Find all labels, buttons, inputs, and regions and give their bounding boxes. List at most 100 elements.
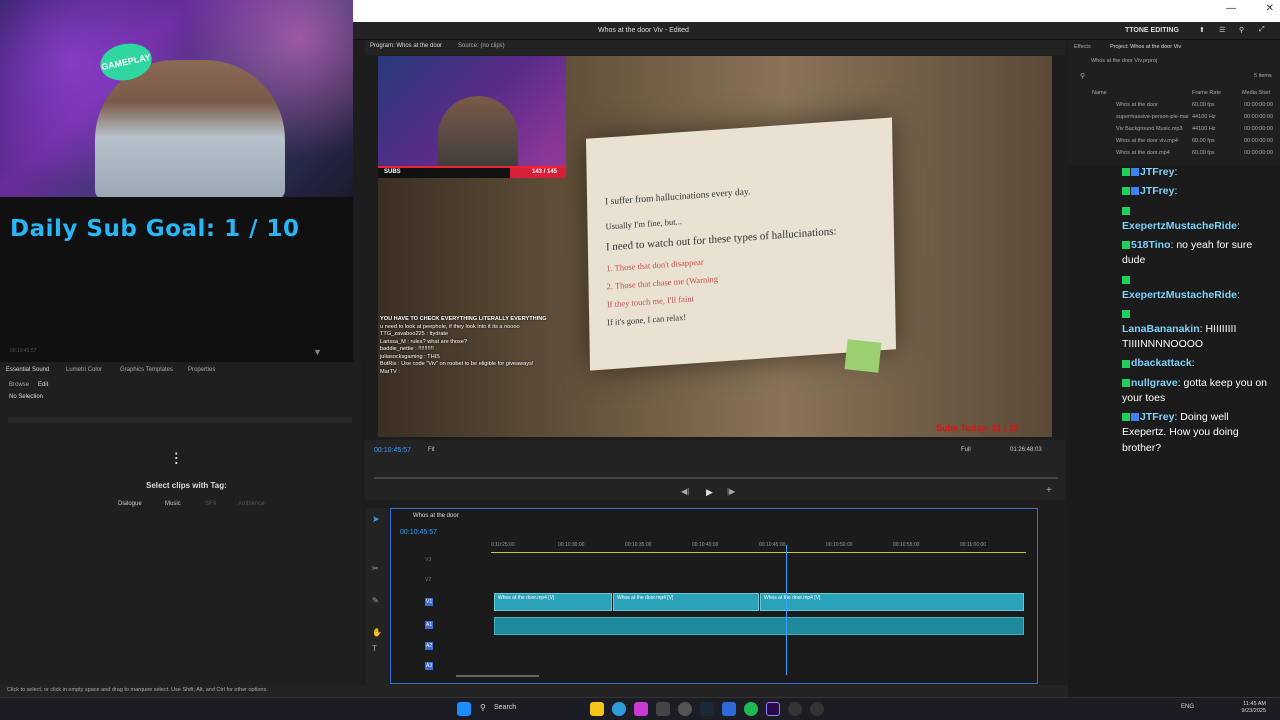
project-panel: Effects Project: Whos at the door Viv Wh… — [1068, 40, 1280, 165]
close-icon[interactable]: ✕ — [1266, 3, 1274, 14]
video-clip[interactable]: Whos at the door.mp4 [V] — [613, 593, 759, 611]
ruler-tick: 00:10:30:00 — [558, 542, 585, 548]
column-frame-rate[interactable]: Frame Rate — [1192, 90, 1221, 96]
menu-icon[interactable]: ☰ — [1219, 26, 1225, 34]
search-icon[interactable]: ⚲ — [1080, 72, 1085, 80]
timeline-ruler[interactable]: 0:10:25:00 00:10:30:00 00:10:35:00 00:10… — [491, 539, 1031, 553]
chat-message: JTFrey: — [1122, 165, 1272, 180]
steam-icon[interactable] — [700, 702, 714, 716]
chat-user[interactable]: ExepertzMustacheRide — [1122, 289, 1237, 301]
minimize-icon[interactable]: — — [1226, 3, 1236, 14]
tab-project[interactable]: Project: Whos at the door Viv — [1110, 44, 1181, 50]
expand-icon[interactable]: ⤢ — [1259, 26, 1265, 34]
premiere-icon[interactable] — [766, 702, 780, 716]
workspace-label[interactable]: TTONE EDITING — [1125, 27, 1179, 34]
project-item-name[interactable]: Whos at the door viv.mp4 — [1116, 138, 1178, 144]
app-icon[interactable] — [810, 702, 824, 716]
audio-clip[interactable] — [494, 617, 1024, 635]
timeline-zoom-bar[interactable] — [456, 675, 539, 677]
column-name[interactable]: Name — [1092, 90, 1107, 96]
quick-export-icon[interactable]: ⬆ — [1199, 26, 1205, 34]
track-label-a2[interactable]: A2 — [425, 642, 434, 650]
edge-icon[interactable] — [612, 702, 626, 716]
quality-select[interactable]: Full — [961, 447, 971, 453]
language[interactable]: ENG — [1181, 704, 1194, 710]
scrub-bar[interactable] — [374, 477, 1058, 479]
type-tool-icon[interactable]: T — [372, 644, 377, 653]
chat-message: LanaBananakin: HIIIIIIII TIIIINNNNOOOO — [1122, 307, 1272, 353]
file-explorer-icon[interactable] — [590, 702, 604, 716]
playhead[interactable] — [786, 545, 787, 675]
video-clip[interactable]: Whos at the door.mp4 [V] — [494, 593, 612, 611]
tag-dialogue[interactable]: Dialogue — [118, 501, 142, 507]
program-monitor-controls: 00:10:45:57 Fit Full 01:26:48:03 ▶ ◀| |▶… — [365, 440, 1065, 500]
clock[interactable]: 11:45 AM 9/23/2025 — [1242, 701, 1266, 715]
subs-today: Subs Today: 11 / 20 — [936, 423, 1019, 433]
chat-user[interactable]: dbackattack — [1131, 357, 1192, 369]
chat-user[interactable]: JTFrey — [1140, 411, 1174, 423]
program-video-frame[interactable]: SUBS 143 / 145 I suffer from hallucinati… — [378, 56, 1052, 437]
app-icon[interactable] — [656, 702, 670, 716]
tab-lumetri-color[interactable]: Lumetri Color — [66, 367, 102, 373]
taskbar-search[interactable]: Search — [494, 704, 516, 711]
windows-start-icon[interactable] — [457, 702, 471, 716]
step-forward-button[interactable]: |▶ — [727, 487, 735, 496]
chat-message: nullgrave: gotta keep you on your toes — [1122, 376, 1268, 404]
track-label-v1[interactable]: V1 — [425, 598, 434, 606]
app-icon[interactable] — [678, 702, 692, 716]
chat-user[interactable]: ExepertzMustacheRide — [1122, 220, 1237, 232]
tools-panel: ➤ ✂ ✎ ✋ T — [366, 508, 388, 688]
timeline-timecode[interactable]: 00:10:45:57 — [400, 529, 437, 536]
clip-name: Whos at the door.mp4 [V] — [764, 595, 821, 601]
obs-icon[interactable] — [634, 702, 648, 716]
app-icon[interactable] — [788, 702, 802, 716]
step-back-button[interactable]: ◀| — [681, 487, 689, 496]
hand-tool-icon[interactable]: ✋ — [372, 628, 382, 637]
chat-message: ExepertzMustacheRide: — [1122, 272, 1272, 302]
filter-icon[interactable]: ▼ — [313, 347, 322, 357]
sequence-tab[interactable]: Whos at the door — [413, 513, 459, 519]
app-icon[interactable] — [722, 702, 736, 716]
preset-field[interactable] — [8, 417, 352, 423]
project-item-name[interactable]: Whos at the door.mp4 — [1116, 150, 1170, 156]
razor-tool-icon[interactable]: ✂ — [372, 564, 379, 573]
track-label-a1[interactable]: A1 — [425, 621, 434, 629]
tab-program[interactable]: Program: Whos at the door — [370, 43, 442, 49]
tab-properties[interactable]: Properties — [188, 367, 215, 373]
fit-select[interactable]: Fit — [428, 447, 435, 453]
pen-tool-icon[interactable]: ✎ — [372, 596, 379, 605]
video-clip[interactable]: Whos at the door.mp4 [V] — [760, 593, 1024, 611]
note-line: If it's gone, I can relax! — [607, 311, 687, 328]
chat-user[interactable]: 518Tino — [1131, 239, 1171, 251]
tab-graphics-templates[interactable]: Graphics Templates — [120, 367, 173, 373]
chat-user[interactable]: nullgrave — [1131, 377, 1178, 389]
stream-chat: JTFrey: JTFrey: ExepertzMustacheRide: 51… — [1122, 165, 1272, 460]
column-media-start[interactable]: Media Start — [1242, 90, 1270, 96]
selection-tool-icon[interactable]: ➤ — [372, 514, 380, 525]
tag-music[interactable]: Music — [165, 501, 181, 507]
track-label-a3[interactable]: A3 — [425, 662, 434, 670]
program-timecode[interactable]: 00:10:45:57 — [374, 447, 411, 454]
project-item-name[interactable]: Whos at the door — [1116, 102, 1158, 108]
play-button[interactable]: ▶ — [706, 487, 713, 498]
timeline-panel[interactable]: Whos at the door 00:10:45:57 0:10:25:00 … — [390, 508, 1038, 684]
tab-source[interactable]: Source: (no clips) — [458, 43, 505, 49]
chat-user[interactable]: JTFrey — [1140, 166, 1174, 178]
add-button[interactable]: + — [1046, 485, 1052, 496]
chat-user[interactable]: JTFrey — [1140, 185, 1174, 197]
tab-essential-sound[interactable]: Essential Sound — [6, 367, 49, 373]
tab-effects[interactable]: Effects — [1074, 44, 1091, 50]
badge-icon — [1131, 413, 1139, 422]
subtab-edit[interactable]: Edit — [38, 382, 48, 388]
project-item-name[interactable]: supermassive-person-ple-mai — [1116, 114, 1188, 120]
ruler-tick: 00:11:00:00 — [960, 542, 987, 548]
subtab-browse[interactable]: Browse — [9, 382, 29, 388]
chat-user[interactable]: LanaBananakin — [1122, 323, 1200, 335]
overlay-chat-line: BotRix : Use code "Viv" on roobet to be … — [380, 361, 534, 368]
search-icon[interactable]: ⚲ — [1239, 26, 1244, 34]
waveform-icon: ⫶ — [174, 450, 179, 469]
window-title-bar: — ✕ — [353, 0, 1280, 22]
search-icon[interactable]: ⚲ — [480, 703, 486, 712]
project-item-name[interactable]: Viv Background Music.mp3 — [1116, 126, 1183, 132]
spotify-icon[interactable] — [744, 702, 758, 716]
